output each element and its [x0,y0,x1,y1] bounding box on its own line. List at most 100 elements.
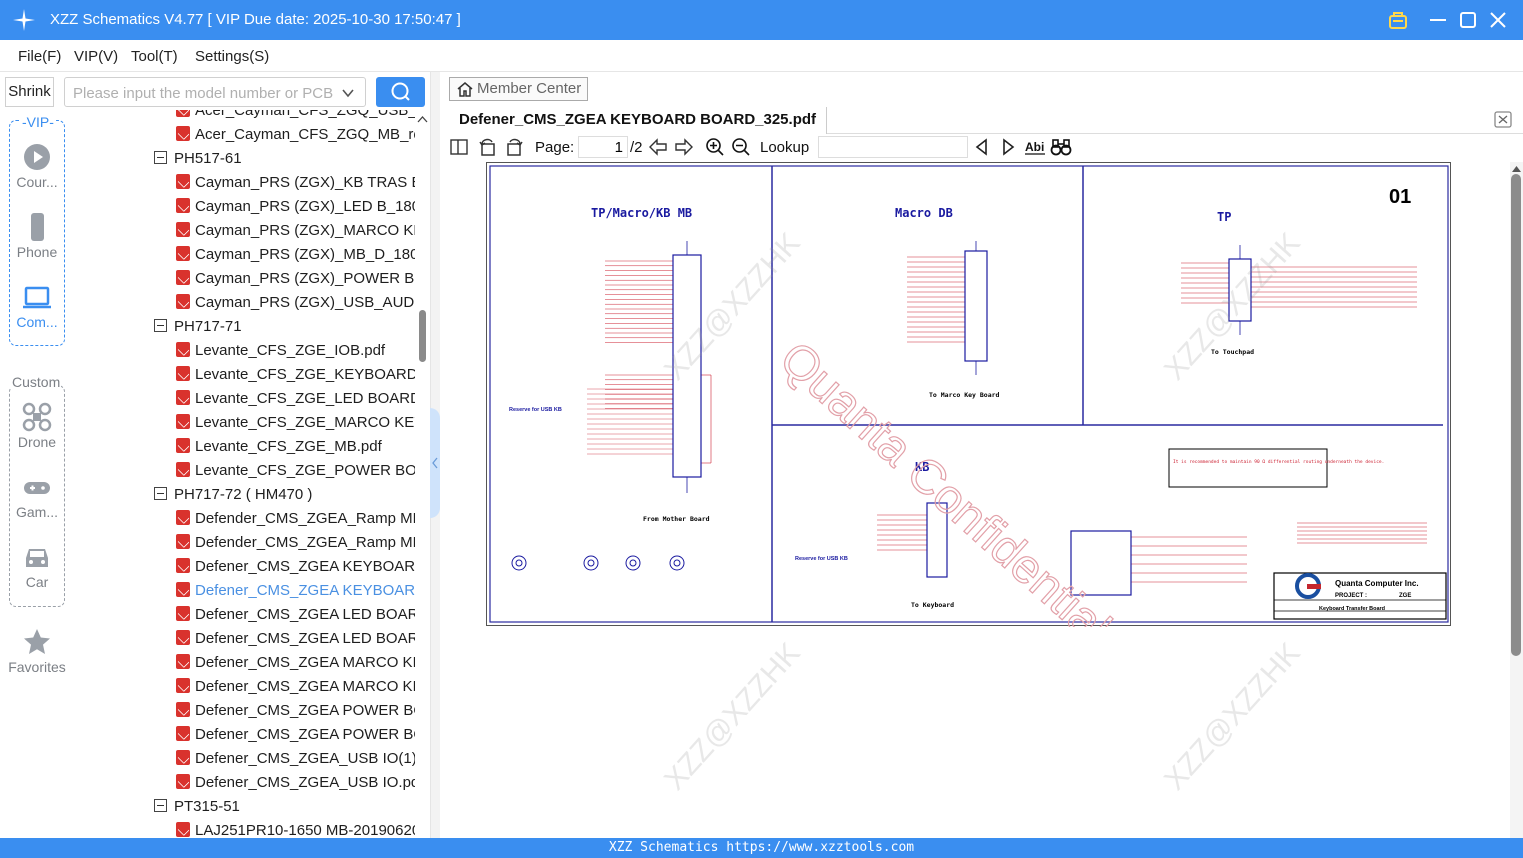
tree-file[interactable]: Defener_CMS_ZGEA MARCO KE [176,654,415,678]
tree-file[interactable]: Levante_CFS_ZGE_MB.pdf [176,438,415,462]
nav-phone[interactable]: Phone [4,212,70,260]
tree-item-label: Levante_CFS_ZGE_KEYBOARD BO [195,366,415,383]
tree-file[interactable]: Cayman_PRS (ZGX)_KB TRAS B_ [176,174,415,198]
tree-file[interactable]: Levante_CFS_ZGE_IOB.pdf [176,342,415,366]
nav-drone[interactable]: Drone [4,402,70,450]
nav-favorites[interactable]: Favorites [4,627,70,675]
window-title: XZZ Schematics V4.77 [ VIP Due date: 202… [50,11,461,28]
model-search-input[interactable]: Please input the model number or PCB [64,77,366,107]
schematic-page[interactable]: 01 TP/Macro/KB MB Macro DB TP KB From Mo… [486,162,1451,656]
section-title-tp: TP [1217,210,1231,224]
tree-item-label: PT315-51 [174,798,240,815]
title-bar[interactable]: XZZ Schematics V4.77 [ VIP Due date: 202… [0,0,1523,40]
tree-file[interactable]: Cayman_PRS (ZGX)_LED B_1803 [176,198,415,222]
tree-scrollbar[interactable] [415,110,430,838]
collapse-icon[interactable] [154,487,167,500]
maximize-icon[interactable] [1456,8,1480,32]
tree-file[interactable]: Defener_CMS_ZGEA POWER BO [176,726,415,750]
nav-games[interactable]: Gam... [4,472,70,520]
pdf-file-icon [176,366,190,381]
find-previous-icon[interactable] [972,137,992,157]
collapse-icon[interactable] [154,151,167,164]
chevron-down-icon[interactable] [341,86,355,100]
tree-file[interactable]: Cayman_PRS (ZGX)_MB_D_1806 [176,246,415,270]
tree-item-label: Defender_CMS_ZGEA_Ramp ME [195,510,415,527]
tab-document[interactable]: Defener_CMS_ZGEA KEYBOARD BOARD_325.pdf [449,107,828,134]
project-label: PROJECT : [1335,593,1367,599]
tree-file[interactable]: Acer_Cayman_CFS_ZGQ_MB_rev [176,126,415,150]
pdf-file-icon [176,534,190,549]
page-number-input[interactable]: 1 [578,136,628,158]
shrink-button[interactable]: Shrink [5,77,54,107]
tree-folder[interactable]: PH517-61 [154,150,242,174]
tree-file[interactable]: Levante_CFS_ZGE_POWER BOAR [176,462,415,486]
pdf-file-icon [176,678,190,693]
vip-badge-icon[interactable] [1386,8,1410,32]
minimize-icon[interactable] [1426,8,1450,32]
tree-item-label: Defener_CMS_ZGEA KEYBOARD [195,558,415,575]
scroll-up-icon[interactable] [415,114,430,126]
tree-file[interactable]: Defener_CMS_ZGEA KEYBOARD [176,558,415,582]
tree-file[interactable]: Levante_CFS_ZGE_LED BOARD.p [176,390,415,414]
label-from-mother-board: From Mother Board [643,515,710,523]
collapse-panel-handle[interactable] [430,408,440,518]
tree-file[interactable]: Defener_CMS_ZGEA POWER BO [176,702,415,726]
tree-file[interactable]: Cayman_PRS (ZGX)_POWER BUT [176,270,415,294]
tree-file[interactable]: Levante_CFS_ZGE_KEYBOARD BO [176,366,415,390]
pdf-file-icon [176,822,190,837]
tree-file[interactable]: Acer_Cayman_CFS_ZGQ_USB_AU [176,110,415,126]
lookup-input[interactable] [818,136,968,158]
app-logo-icon [13,9,35,31]
tree-file[interactable]: Defener_CMS_ZGEA_USB IO(1).p [176,750,415,774]
pdf-file-icon [176,654,190,669]
zoom-in-icon[interactable] [705,137,725,157]
next-page-icon[interactable] [674,137,694,157]
menu-settings[interactable]: Settings(S) [195,48,269,65]
prev-page-icon[interactable] [648,137,668,157]
nav-computer[interactable]: Com... [4,282,70,330]
zoom-out-icon[interactable] [731,137,751,157]
tree-file[interactable]: LAJ251PR10-1650 MB-20190620 [176,822,415,838]
tree-file[interactable]: Defener_CMS_ZGEA LED BOARD [176,606,415,630]
search-button[interactable] [376,77,425,107]
toggle-sidebar-icon[interactable] [449,137,469,157]
viewer-scroll-thumb[interactable] [1511,174,1521,656]
tree-file[interactable]: Defender_CMS_ZGEA_Ramp ME [176,534,415,558]
pdf-file-icon [176,582,190,597]
lookup-label: Lookup [760,139,810,156]
tree-item-label: Defener_CMS_ZGEA_USB IO(1).p [195,750,415,767]
tree-file[interactable]: Defener_CMS_ZGEA_USB IO.pdf [176,774,415,798]
tree-file[interactable]: Cayman_PRS (ZGX)_MARCO KEY [176,222,415,246]
member-center-button[interactable]: Member Center [449,77,588,101]
tree-file[interactable]: Levante_CFS_ZGE_MARCO KEY.p [176,414,415,438]
binoculars-icon[interactable] [1050,137,1072,157]
menu-vip[interactable]: VIP(V) [74,48,118,65]
tree-file[interactable]: Defener_CMS_ZGEA MARCO KE [176,678,415,702]
tree-file[interactable]: Defener_CMS_ZGEA LED BOARD [176,630,415,654]
tree-folder[interactable]: PH717-71 [154,318,242,342]
label-to-macro: To Marco Key Board [929,391,1000,399]
tree-file[interactable]: Defender_CMS_ZGEA_Ramp ME [176,510,415,534]
close-tab-icon[interactable] [1494,111,1512,128]
scroll-up-icon[interactable] [1510,164,1523,174]
rotate-left-icon[interactable] [478,137,498,157]
viewer-scrollbar[interactable] [1510,162,1523,838]
tree-file[interactable]: Cayman_PRS (ZGX)_USB_AUDIO [176,294,415,318]
tree-scroll-thumb[interactable] [419,310,426,362]
close-icon[interactable] [1486,8,1510,32]
tree-folder[interactable]: PH717-72 ( HM470 ) [154,486,312,510]
connector-cn2 [964,250,988,362]
match-case-icon[interactable]: Abi [1024,137,1046,157]
tree-item-label: Levante_CFS_ZGE_LED BOARD.p [195,390,415,407]
collapse-icon[interactable] [154,319,167,332]
find-next-icon[interactable] [998,137,1018,157]
nav-car[interactable]: Car [4,542,70,590]
menu-tool[interactable]: Tool(T) [131,48,178,65]
tree-folder[interactable]: PT315-51 [154,798,240,822]
nav-courses[interactable]: Cour... [4,142,70,190]
tree-file[interactable]: Defener_CMS_ZGEA KEYBOARD [176,582,415,606]
rotate-right-icon[interactable] [504,137,524,157]
menu-file[interactable]: File(F) [18,48,61,65]
collapse-icon[interactable] [154,799,167,812]
tree-item-label: Cayman_PRS (ZGX)_MB_D_1806 [195,246,415,263]
